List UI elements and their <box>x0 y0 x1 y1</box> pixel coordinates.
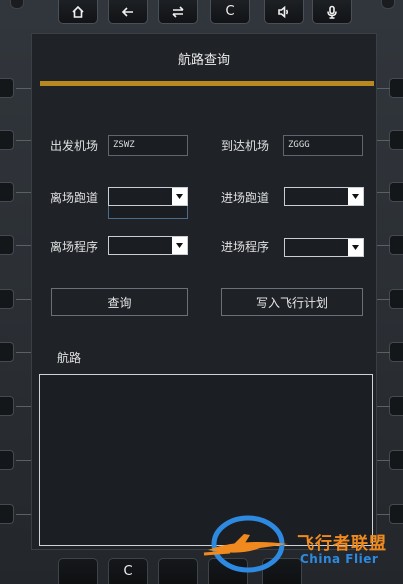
back-button[interactable] <box>108 0 148 24</box>
page-title: 航路查询 <box>177 52 230 68</box>
watermark-subtext: China Flier <box>300 552 379 566</box>
left-soft-key-1[interactable] <box>0 78 14 98</box>
chevron-down-icon <box>172 188 187 205</box>
left-soft-key-4[interactable] <box>0 235 14 255</box>
top-toolbar: C <box>0 0 403 28</box>
sid-select[interactable] <box>108 236 188 255</box>
chevron-down-icon <box>348 188 363 205</box>
departure-runway-label: 离场跑道 <box>50 191 99 205</box>
right-soft-key-3[interactable] <box>389 182 403 202</box>
microphone-button[interactable] <box>312 0 352 24</box>
right-soft-key-2[interactable] <box>389 130 403 150</box>
departure-airport-input[interactable]: ZSWZ <box>108 135 188 156</box>
chevron-down-icon <box>348 239 363 256</box>
route-label: 航路 <box>57 351 82 365</box>
watermark-text: 飞行者联盟 <box>297 534 387 554</box>
left-soft-key-3[interactable] <box>0 182 14 202</box>
arrival-airport-label: 到达机场 <box>221 139 270 153</box>
right-soft-key-8[interactable] <box>389 450 403 470</box>
left-soft-key-6[interactable] <box>0 342 14 362</box>
left-soft-key-7[interactable] <box>0 396 14 416</box>
query-button-label: 查询 <box>107 295 132 310</box>
write-flight-plan-button[interactable]: 写入飞行计划 <box>221 288 363 316</box>
watermark: 飞行者联盟 China Flier <box>200 508 400 580</box>
bottom-soft-key-3[interactable] <box>158 558 198 584</box>
star-label: 进场程序 <box>221 240 270 254</box>
arrival-runway-select[interactable] <box>284 187 364 206</box>
speaker-icon <box>278 5 289 18</box>
bottom-soft-key-1[interactable] <box>58 558 98 584</box>
bezel-notch <box>381 0 395 9</box>
arrival-airport-input[interactable]: ZGGG <box>283 135 363 156</box>
departure-runway-dropdown-list[interactable] <box>108 206 188 219</box>
microphone-icon <box>327 5 337 19</box>
left-soft-key-9[interactable] <box>0 504 14 524</box>
chevron-down-icon <box>172 237 187 254</box>
clear-button[interactable]: C <box>210 0 250 24</box>
right-soft-key-6[interactable] <box>389 342 403 362</box>
bottom-clear-button[interactable]: C <box>108 558 148 584</box>
airplane-logo-icon <box>203 515 288 573</box>
write-flight-plan-label: 写入飞行计划 <box>255 295 328 310</box>
departure-runway-select[interactable] <box>108 187 188 206</box>
home-icon <box>72 5 84 18</box>
clear-button-label: C <box>225 4 235 19</box>
left-soft-key-8[interactable] <box>0 450 14 470</box>
back-arrow-icon <box>121 6 133 17</box>
query-button[interactable]: 查询 <box>51 288 188 316</box>
star-select[interactable] <box>284 238 364 257</box>
home-button[interactable] <box>58 0 98 24</box>
swap-icon <box>172 5 184 18</box>
right-soft-key-5[interactable] <box>389 289 403 309</box>
right-soft-key-7[interactable] <box>389 396 403 416</box>
swap-button[interactable] <box>158 0 198 24</box>
bezel-notch <box>10 0 24 9</box>
left-soft-key-2[interactable] <box>0 130 14 150</box>
departure-airport-label: 出发机场 <box>50 139 99 153</box>
right-soft-key-4[interactable] <box>389 235 403 255</box>
sound-button[interactable] <box>264 0 304 24</box>
right-soft-key-1[interactable] <box>389 78 403 98</box>
left-soft-key-5[interactable] <box>0 289 14 309</box>
bottom-clear-label: C <box>123 564 133 579</box>
title-divider <box>40 81 374 86</box>
sid-label: 离场程序 <box>50 240 99 254</box>
arrival-runway-label: 进场跑道 <box>221 191 270 205</box>
